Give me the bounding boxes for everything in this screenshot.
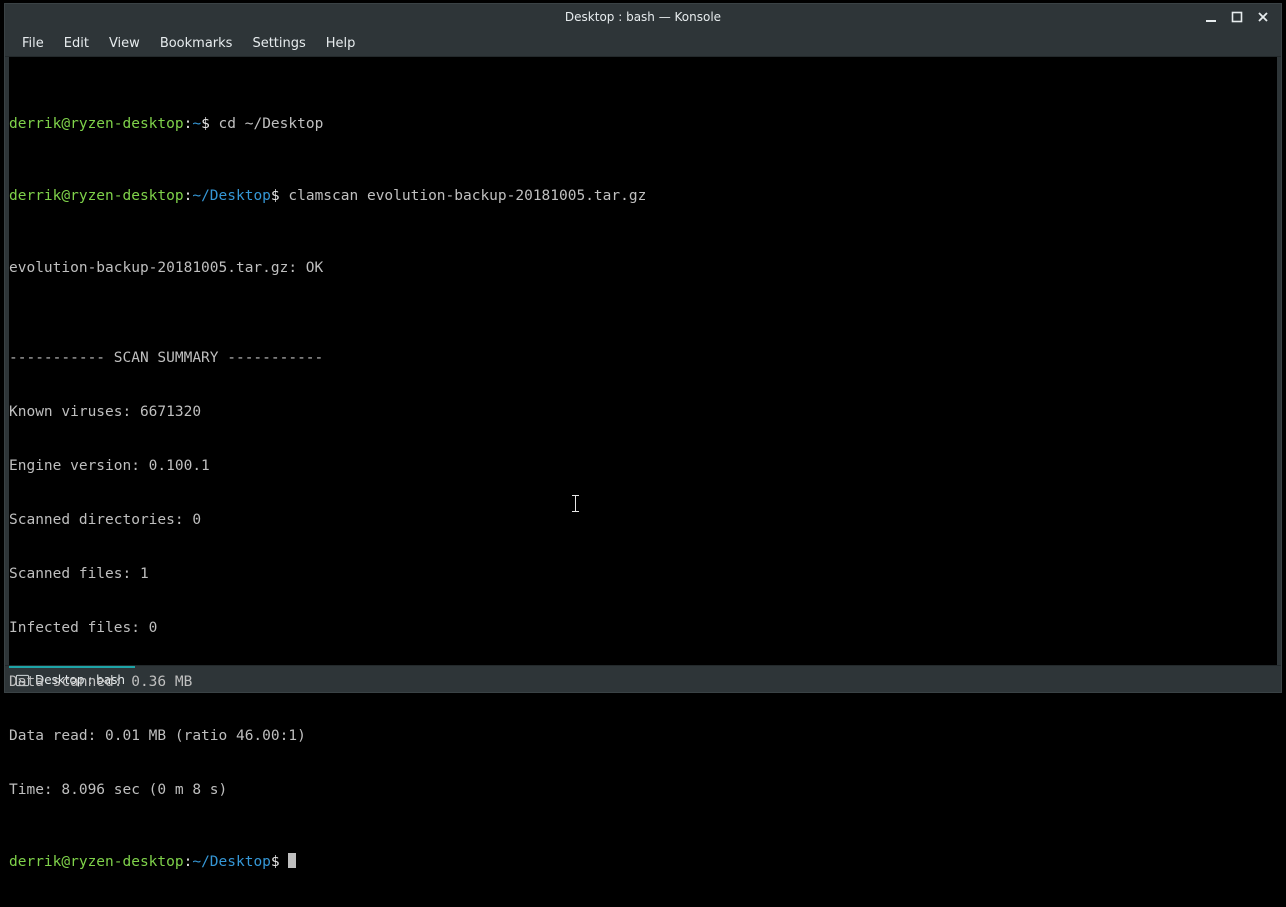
window-title: Desktop : bash — Konsole: [5, 10, 1281, 24]
terminal-line: derrik@ryzen-desktop:~/Desktop$ clamscan…: [9, 187, 1277, 205]
terminal-line: derrik@ryzen-desktop:~/Desktop$: [9, 853, 1277, 871]
konsole-window: Desktop : bash — Konsole File Edit View …: [4, 3, 1282, 693]
terminal-viewport[interactable]: derrik@ryzen-desktop:~$ cd ~/Desktop der…: [9, 57, 1277, 665]
prompt-colon: :: [184, 854, 193, 870]
terminal-output-line: Data read: 0.01 MB (ratio 46.00:1): [9, 727, 1277, 745]
menu-bookmarks[interactable]: Bookmarks: [151, 34, 242, 53]
window-titlebar[interactable]: Desktop : bash — Konsole: [5, 4, 1281, 30]
prompt-path-home: ~: [192, 116, 201, 132]
prompt-dollar: $: [271, 854, 280, 870]
terminal-output-line: Infected files: 0: [9, 619, 1277, 637]
prompt-dollar: $: [201, 116, 210, 132]
prompt-path-desktop: ~/Desktop: [192, 188, 271, 204]
command-clamscan: clamscan evolution-backup-20181005.tar.g…: [288, 188, 646, 204]
terminal-output-line: evolution-backup-20181005.tar.gz: OK: [9, 259, 1277, 277]
menu-settings[interactable]: Settings: [243, 34, 314, 53]
terminal-output-line: Data scanned: 0.36 MB: [9, 673, 1277, 691]
terminal-output-line: Scanned files: 1: [9, 565, 1277, 583]
terminal-output-line: Time: 8.096 sec (0 m 8 s): [9, 781, 1277, 799]
menubar: File Edit View Bookmarks Settings Help: [5, 30, 1281, 57]
prompt-user: derrik@ryzen-desktop: [9, 116, 184, 132]
minimize-button[interactable]: [1203, 9, 1219, 25]
prompt-user: derrik@ryzen-desktop: [9, 188, 184, 204]
terminal-content: derrik@ryzen-desktop:~$ cd ~/Desktop der…: [9, 61, 1277, 907]
window-controls: [1203, 4, 1277, 30]
terminal-output-line: Known viruses: 6671320: [9, 403, 1277, 421]
close-button[interactable]: [1255, 9, 1271, 25]
prompt-user: derrik@ryzen-desktop: [9, 854, 184, 870]
prompt-dollar: $: [271, 188, 280, 204]
terminal-output-line: Scanned directories: 0: [9, 511, 1277, 529]
menu-file[interactable]: File: [13, 34, 53, 53]
command-cd: cd ~/Desktop: [219, 116, 324, 132]
maximize-button[interactable]: [1229, 9, 1245, 25]
terminal-output-line: ----------- SCAN SUMMARY -----------: [9, 349, 1277, 367]
prompt-path-desktop: ~/Desktop: [192, 854, 271, 870]
terminal-cursor-icon: [288, 853, 296, 868]
terminal-output-line: Engine version: 0.100.1: [9, 457, 1277, 475]
terminal-line: derrik@ryzen-desktop:~$ cd ~/Desktop: [9, 115, 1277, 133]
menu-view[interactable]: View: [100, 34, 149, 53]
menu-help[interactable]: Help: [317, 34, 365, 53]
menu-edit[interactable]: Edit: [55, 34, 98, 53]
